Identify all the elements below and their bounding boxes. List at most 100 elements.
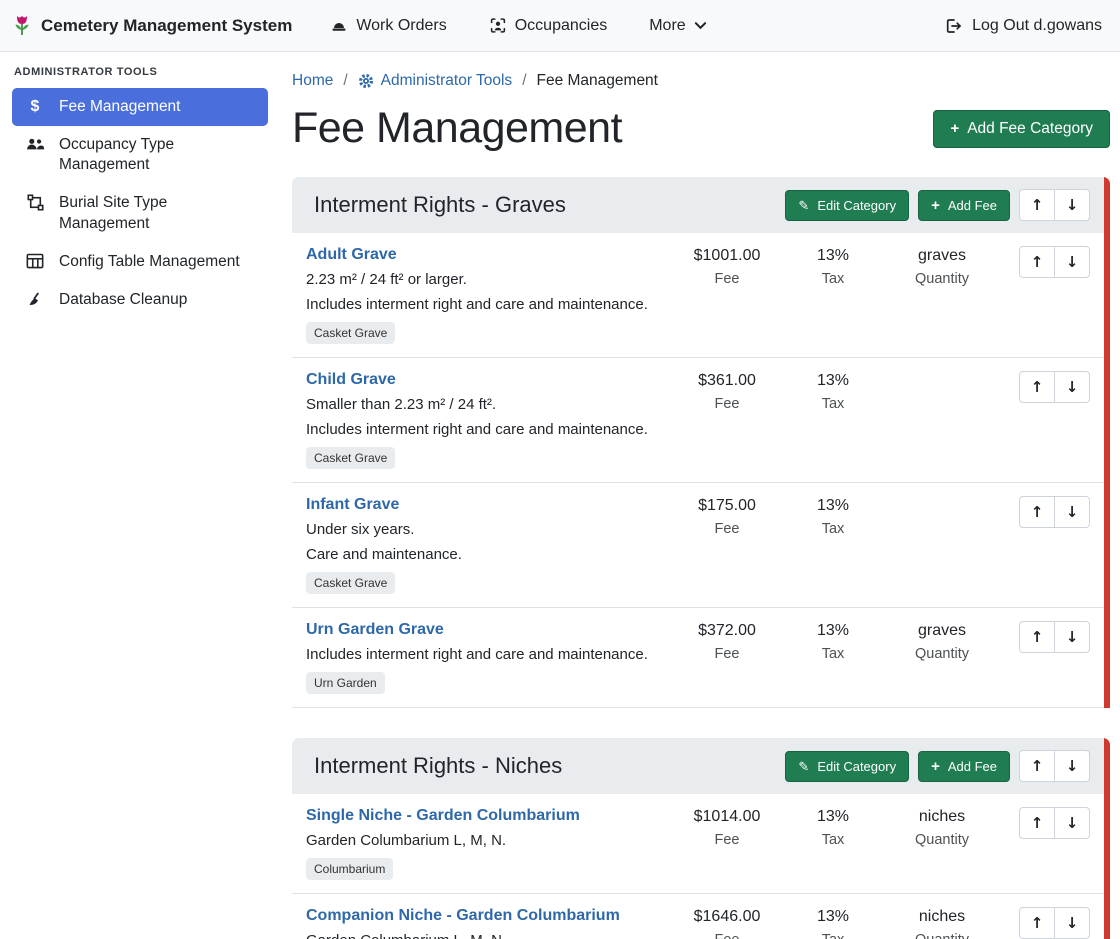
arrow-down-icon: ↓ — [1066, 503, 1079, 521]
fee-amount-label: Fee — [674, 832, 780, 848]
nav-more-label: More — [649, 17, 685, 35]
sidebar-item-occupancy-type[interactable]: Occupancy Type Management — [12, 126, 268, 184]
move-fee-down-button[interactable]: ↓ — [1054, 246, 1090, 278]
move-fee-up-button[interactable]: ↑ — [1019, 496, 1055, 528]
tulip-logo-icon — [12, 14, 32, 38]
arrow-down-icon: ↓ — [1066, 814, 1079, 832]
broom-icon — [24, 291, 46, 307]
fee-tax-label: Tax — [780, 396, 886, 412]
move-fee-down-button[interactable]: ↓ — [1054, 907, 1090, 939]
app-title: Cemetery Management System — [41, 16, 292, 36]
fee-description: Under six years. — [306, 521, 664, 538]
fee-amount-label: Fee — [674, 271, 780, 287]
arrow-up-icon: ↑ — [1031, 253, 1044, 271]
move-category-up-button[interactable]: ↑ — [1019, 189, 1055, 221]
move-fee-up-button[interactable]: ↑ — [1019, 371, 1055, 403]
move-fee-down-button[interactable]: ↓ — [1054, 371, 1090, 403]
fee-name-link[interactable]: Adult Grave — [306, 246, 397, 264]
breadcrumb-home-link[interactable]: Home — [292, 72, 333, 90]
fee-quantity-label: Quantity — [886, 832, 998, 848]
breadcrumb-admin-tools-link[interactable]: Administrator Tools — [358, 72, 513, 90]
fee-name-link[interactable]: Child Grave — [306, 371, 396, 389]
main-nav: Work Orders Occupancies More — [330, 17, 706, 35]
fee-amount-label: Fee — [674, 932, 780, 939]
fee-category-card: Interment Rights - Graves ✎ Edit Categor… — [292, 177, 1110, 708]
move-fee-up-button[interactable]: ↑ — [1019, 807, 1055, 839]
move-fee-up-button[interactable]: ↑ — [1019, 621, 1055, 653]
move-fee-down-button[interactable]: ↓ — [1054, 621, 1090, 653]
arrow-down-icon: ↓ — [1066, 253, 1079, 271]
arrow-up-icon: ↑ — [1031, 196, 1044, 214]
arrow-up-icon: ↑ — [1031, 914, 1044, 932]
fee-tax-label: Tax — [780, 271, 886, 287]
fee-tax: 13% — [780, 908, 886, 926]
move-category-down-button[interactable]: ↓ — [1054, 189, 1090, 221]
edit-category-label: Edit Category — [817, 759, 896, 774]
fee-tax: 13% — [780, 372, 886, 390]
arrow-down-icon: ↓ — [1066, 757, 1079, 775]
move-fee-down-button[interactable]: ↓ — [1054, 807, 1090, 839]
sidebar-item-database-cleanup[interactable]: Database Cleanup — [12, 281, 268, 319]
admin-sidebar: ADMINISTRATOR TOOLS $ Fee Management Occ… — [0, 52, 280, 939]
breadcrumb-admin-label: Administrator Tools — [381, 72, 513, 90]
fee-tax-label: Tax — [780, 646, 886, 662]
fee-row: Adult Grave 2.23 m² / 24 ft² or larger. … — [292, 233, 1104, 358]
pencil-icon: ✎ — [798, 199, 809, 212]
plus-icon: + — [931, 198, 940, 213]
table-icon — [24, 253, 46, 269]
logout-button[interactable]: Log Out d.gowans — [944, 17, 1102, 35]
add-fee-category-label: Add Fee Category — [967, 120, 1093, 138]
move-fee-up-button[interactable]: ↑ — [1019, 907, 1055, 939]
fee-list: Single Niche - Garden Columbarium Garden… — [292, 794, 1104, 939]
edit-category-button[interactable]: ✎ Edit Category — [785, 751, 909, 782]
category-header: Interment Rights - Niches ✎ Edit Categor… — [292, 738, 1104, 794]
app-brand[interactable]: Cemetery Management System — [12, 14, 292, 38]
pencil-icon: ✎ — [798, 760, 809, 773]
nav-work-orders[interactable]: Work Orders — [330, 17, 446, 35]
move-fee-down-button[interactable]: ↓ — [1054, 496, 1090, 528]
fee-tax: 13% — [780, 497, 886, 515]
gear-icon — [358, 73, 374, 89]
nav-occupancies[interactable]: Occupancies — [489, 17, 608, 35]
move-category-up-button[interactable]: ↑ — [1019, 750, 1055, 782]
breadcrumb-current: Fee Management — [537, 72, 659, 90]
nav-work-orders-label: Work Orders — [356, 17, 446, 35]
fee-name-link[interactable]: Companion Niche - Garden Columbarium — [306, 907, 620, 925]
add-fee-button[interactable]: + Add Fee — [918, 751, 1010, 782]
sidebar-item-burial-site-type[interactable]: Burial Site Type Management — [12, 184, 268, 242]
fee-amount: $361.00 — [674, 372, 780, 390]
add-fee-category-button[interactable]: + Add Fee Category — [933, 110, 1110, 148]
sidebar-item-label: Occupancy Type Management — [59, 135, 256, 175]
fee-amount-label: Fee — [674, 521, 780, 537]
fee-tax: 13% — [780, 808, 886, 826]
edit-category-button[interactable]: ✎ Edit Category — [785, 190, 909, 221]
fee-tax-label: Tax — [780, 832, 886, 848]
fee-name-link[interactable]: Urn Garden Grave — [306, 621, 444, 639]
fee-quantity: graves — [886, 622, 998, 640]
move-category-down-button[interactable]: ↓ — [1054, 750, 1090, 782]
fee-category-card: Interment Rights - Niches ✎ Edit Categor… — [292, 738, 1110, 939]
add-fee-label: Add Fee — [948, 759, 997, 774]
fee-amount: $1646.00 — [674, 908, 780, 926]
nav-occupancies-label: Occupancies — [515, 17, 608, 35]
fee-amount: $1001.00 — [674, 247, 780, 265]
category-header: Interment Rights - Graves ✎ Edit Categor… — [292, 177, 1104, 233]
sidebar-item-fee-management[interactable]: $ Fee Management — [12, 88, 268, 126]
fee-description-2: Care and maintenance. — [306, 546, 664, 563]
fee-quantity: niches — [886, 908, 998, 926]
fee-description: Garden Columbarium L, M, N. — [306, 832, 664, 849]
page-title: Fee Management — [292, 104, 622, 153]
fee-name-link[interactable]: Single Niche - Garden Columbarium — [306, 807, 580, 825]
fee-name-link[interactable]: Infant Grave — [306, 496, 399, 514]
fee-type-badge: Urn Garden — [306, 672, 385, 694]
sidebar-item-config-table[interactable]: Config Table Management — [12, 243, 268, 281]
top-navbar: Cemetery Management System Work Orders — [0, 0, 1120, 52]
fee-type-badge: Casket Grave — [306, 447, 395, 469]
nav-more[interactable]: More — [649, 17, 706, 35]
dollar-icon: $ — [24, 98, 46, 115]
add-fee-button[interactable]: + Add Fee — [918, 190, 1010, 221]
fee-tax-label: Tax — [780, 932, 886, 939]
add-fee-label: Add Fee — [948, 198, 997, 213]
move-fee-up-button[interactable]: ↑ — [1019, 246, 1055, 278]
sidebar-item-label: Fee Management — [59, 97, 181, 117]
